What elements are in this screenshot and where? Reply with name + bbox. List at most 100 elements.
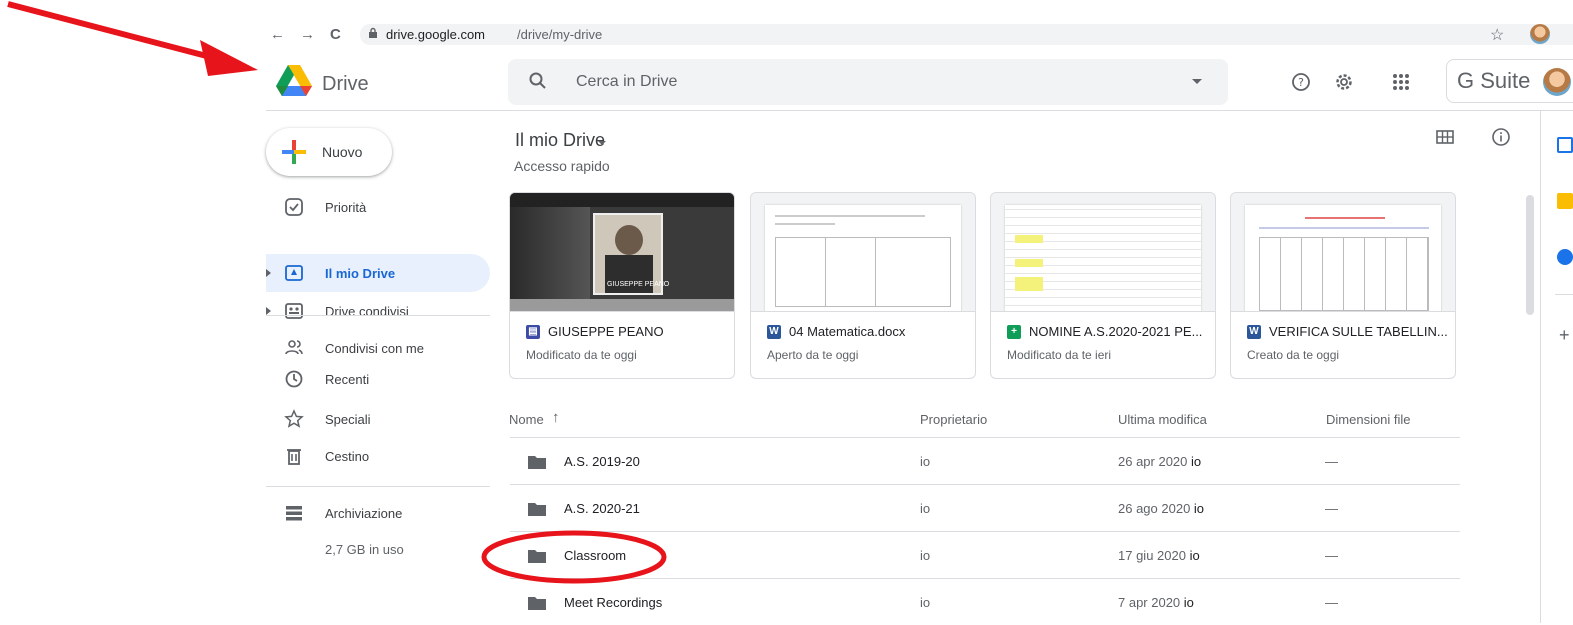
file-size: — xyxy=(1325,595,1338,610)
file-size: — xyxy=(1325,548,1338,563)
column-header-name[interactable]: Nome xyxy=(509,412,544,427)
quick-access-card[interactable]: W 04 Matematica.docx Aperto da te oggi xyxy=(750,192,976,379)
trash-icon xyxy=(287,449,301,465)
storage-usage-text: 2,7 GB in uso xyxy=(325,542,404,557)
sidebar-item-label: Recenti xyxy=(325,372,370,387)
card-thumbnail xyxy=(1231,193,1455,312)
bookmark-star-icon[interactable]: ☆ xyxy=(1490,25,1504,45)
sidebar-item-label: Drive condivisi xyxy=(325,304,409,319)
url-path: /drive/my-drive xyxy=(517,27,603,42)
sidebar-divider xyxy=(266,486,490,487)
word-file-icon: W xyxy=(767,325,781,339)
star-icon xyxy=(284,409,304,428)
card-subtitle: Modificato da te oggi xyxy=(526,348,637,362)
breadcrumb-caret-icon[interactable] xyxy=(598,141,606,145)
sidebar-divider xyxy=(266,315,490,316)
quick-access-heading: Accesso rapido xyxy=(514,158,610,174)
quick-access-card[interactable]: W VERIFICA SULLE TABELLIN... Creato da t… xyxy=(1230,192,1456,379)
priority-icon xyxy=(285,198,303,216)
app-title[interactable]: Drive xyxy=(322,73,369,96)
scrollbar[interactable] xyxy=(1526,195,1534,315)
table-row[interactable]: A.S. 2019-20 io 26 apr 2020 io — xyxy=(510,437,1460,484)
card-title: 04 Matematica.docx xyxy=(789,324,906,339)
sidebar-item-label: Speciali xyxy=(325,412,371,427)
sidebar-item-shared-drives[interactable]: Drive condivisi xyxy=(266,292,490,330)
help-icon[interactable]: ? xyxy=(1290,71,1312,93)
tasks-icon[interactable] xyxy=(1557,249,1573,265)
address-bar[interactable]: drive.google.com /drive/my-drive xyxy=(360,24,1573,45)
browser-toolbar: ← → C drive.google.com /drive/my-drive xyxy=(266,23,1573,45)
back-arrow-icon[interactable]: ← xyxy=(270,26,285,43)
folder-icon xyxy=(528,503,546,516)
column-header-size[interactable]: Dimensioni file xyxy=(1326,412,1411,427)
quick-access-card[interactable]: + NOMINE A.S.2020-2021 PE... Modificato … xyxy=(990,192,1216,379)
file-owner: io xyxy=(920,501,931,516)
sidebar-item-recent[interactable]: Recenti xyxy=(266,360,490,398)
card-title: NOMINE A.S.2020-2021 PE... xyxy=(1029,324,1203,339)
file-owner: io xyxy=(920,454,931,469)
gsuite-account-chip[interactable]: G Suite xyxy=(1446,59,1573,103)
clock-icon xyxy=(285,370,303,388)
storage-icon xyxy=(286,506,302,521)
table-row[interactable]: A.S. 2020-21 io 26 ago 2020 io — xyxy=(510,484,1460,531)
breadcrumb[interactable]: Il mio Drive xyxy=(515,130,605,151)
forward-arrow-icon[interactable]: → xyxy=(300,26,315,43)
keep-icon[interactable] xyxy=(1557,193,1573,209)
search-bar[interactable]: Cerca in Drive xyxy=(508,59,1228,105)
file-modified: 26 apr 2020 io xyxy=(1118,454,1202,469)
search-input[interactable]: Cerca in Drive xyxy=(576,73,677,91)
column-header-modified[interactable]: Ultima modifica xyxy=(1118,412,1207,427)
url-host: drive.google.com xyxy=(386,27,485,42)
sites-file-icon: ▤ xyxy=(526,325,540,339)
sidebar-item-storage[interactable]: Archiviazione xyxy=(266,494,490,532)
apps-grid-icon[interactable] xyxy=(1390,71,1412,93)
folder-icon xyxy=(528,597,546,610)
card-thumbnail: GIUSEPPE PEANO xyxy=(510,193,734,312)
sidebar-item-my-drive[interactable]: Il mio Drive xyxy=(266,254,490,292)
sidebar-item-starred[interactable]: Speciali xyxy=(266,400,490,438)
file-name: A.S. 2020-21 xyxy=(564,501,640,516)
browser-profile-avatar[interactable] xyxy=(1530,24,1550,44)
search-icon[interactable] xyxy=(528,71,548,91)
new-button[interactable]: Nuovo xyxy=(266,128,392,176)
sidebar-item-priority[interactable]: Priorità xyxy=(266,188,490,226)
svg-text:?: ? xyxy=(1298,76,1304,89)
sidebar-item-label: Il mio Drive xyxy=(325,266,396,281)
annotation-arrow-icon xyxy=(7,1,258,76)
people-icon xyxy=(285,340,303,355)
sidebar-item-label: Cestino xyxy=(325,449,370,464)
card-thumbnail xyxy=(751,193,975,312)
lock-icon xyxy=(369,27,377,38)
file-owner: io xyxy=(920,548,931,563)
side-panel-divider xyxy=(1555,294,1573,295)
column-header-owner: Proprietario xyxy=(920,412,988,427)
file-name: Meet Recordings xyxy=(564,595,663,610)
grid-view-icon[interactable] xyxy=(1436,128,1454,146)
account-avatar[interactable] xyxy=(1543,68,1571,96)
side-panel: + xyxy=(1540,111,1573,623)
sort-arrow-up-icon[interactable]: ↑ xyxy=(552,409,560,426)
sidebar-item-trash[interactable]: Cestino xyxy=(266,437,490,475)
sidebar-item-label: Archiviazione xyxy=(325,506,403,521)
expand-arrow-icon[interactable] xyxy=(266,307,271,315)
sheets-file-icon: + xyxy=(1007,325,1021,339)
file-size: — xyxy=(1325,501,1338,516)
sidebar-item-label: Priorità xyxy=(325,200,367,215)
annotation-ellipse xyxy=(481,530,667,584)
card-title: VERIFICA SULLE TABELLIN... xyxy=(1269,324,1448,339)
calendar-icon[interactable] xyxy=(1557,137,1573,153)
add-addon-plus-icon[interactable]: + xyxy=(1559,325,1570,346)
drive-logo-icon[interactable] xyxy=(276,65,312,97)
quick-access-card[interactable]: GIUSEPPE PEANO ▤ GIUSEPPE PEANO Modifica… xyxy=(509,192,735,379)
info-icon[interactable] xyxy=(1491,127,1511,147)
file-modified: 17 giu 2020 io xyxy=(1118,548,1200,563)
search-options-caret-icon[interactable] xyxy=(1192,79,1202,84)
reload-icon[interactable]: C xyxy=(330,26,341,43)
file-owner: io xyxy=(920,595,931,610)
settings-gear-icon[interactable] xyxy=(1333,71,1355,93)
folder-icon xyxy=(528,456,546,469)
file-modified: 26 ago 2020 io xyxy=(1118,501,1205,516)
file-modified: 7 apr 2020 io xyxy=(1118,595,1194,610)
card-title: GIUSEPPE PEANO xyxy=(548,324,664,339)
expand-arrow-icon[interactable] xyxy=(266,269,271,277)
